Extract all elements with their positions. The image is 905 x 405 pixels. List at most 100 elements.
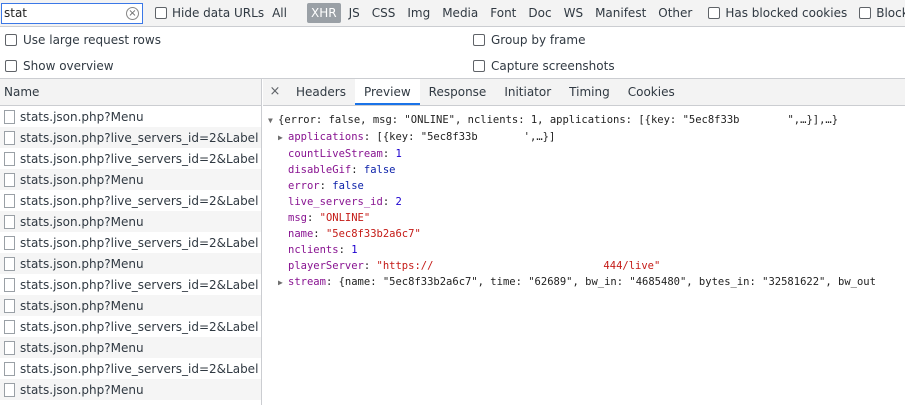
type-filter-doc[interactable]: Doc — [524, 3, 555, 23]
live-servers-id-line: live_servers_id: 2 — [288, 196, 402, 208]
type-filter-css[interactable]: CSS — [368, 3, 400, 23]
type-filter-font[interactable]: Font — [486, 3, 520, 23]
msg-key: msg — [288, 212, 307, 224]
network-filter-bar: × Hide data URLs All XHR JS CSS Img Medi… — [0, 0, 905, 27]
applications-line[interactable]: ▶ applications: [{key: "5ec8f33b ',…}] — [268, 129, 905, 146]
large-rows-option[interactable]: Use large request rows — [5, 33, 161, 47]
hide-data-urls-checkbox[interactable]: Hide data URLs — [155, 6, 264, 20]
request-name: stats.json.php?Menu — [20, 382, 144, 397]
type-filter-img[interactable]: Img — [403, 3, 434, 23]
type-filter-xhr[interactable]: XHR — [306, 3, 341, 23]
checkbox-box[interactable] — [5, 60, 17, 72]
file-icon — [4, 298, 15, 313]
file-icon — [4, 109, 15, 124]
tab-initiator[interactable]: Initiator — [495, 79, 560, 105]
group-by-frame-option[interactable]: Group by frame — [473, 33, 585, 47]
table-row[interactable]: stats.json.php?Menu — [0, 295, 261, 316]
file-icon — [4, 172, 15, 187]
nclients-key: nclients — [288, 244, 339, 256]
playerserver-value-start: "https:// — [376, 260, 434, 272]
nclients-line: nclients: 1 — [288, 244, 358, 256]
msg-line: msg: "ONLINE" — [288, 212, 371, 224]
name-key: name — [288, 228, 314, 240]
type-filter-media[interactable]: Media — [438, 3, 482, 23]
preview-root-line[interactable]: ▼ {error: false, msg: "ONLINE", nclients:… — [268, 112, 905, 129]
type-filter-manifest[interactable]: Manifest — [591, 3, 650, 23]
filter-input[interactable] — [2, 3, 142, 23]
error-line: error: false — [288, 180, 364, 192]
applications-key: applications — [288, 131, 364, 143]
root-summary: {error: false, msg: "ONLINE", nclients: … — [278, 114, 740, 126]
table-row[interactable]: stats.json.php?live_servers_id=2&Label — [0, 127, 261, 148]
file-icon — [4, 235, 15, 250]
request-name: stats.json.php?Menu — [20, 298, 144, 313]
table-row[interactable]: stats.json.php?Menu — [0, 379, 261, 400]
table-row[interactable]: stats.json.php?live_servers_id=2&Label — [0, 232, 261, 253]
table-row[interactable]: stats.json.php?live_servers_id=2&Label — [0, 274, 261, 295]
file-icon — [4, 361, 15, 376]
expanded-triangle-icon[interactable]: ▼ — [268, 113, 278, 129]
table-row[interactable]: stats.json.php?live_servers_id=2&Label — [0, 190, 261, 211]
countlivestream-line: countLiveStream: 1 — [288, 148, 402, 160]
file-icon — [4, 340, 15, 355]
network-settings-pane: Use large request rows Show overview Gro… — [0, 27, 905, 79]
table-row[interactable]: stats.json.php?Menu — [0, 253, 261, 274]
large-rows-label: Use large request rows — [23, 33, 161, 47]
checkbox-box[interactable] — [5, 34, 17, 46]
filter-search-box[interactable]: × — [1, 2, 143, 24]
applications-value-tail: ',…}] — [523, 131, 556, 143]
table-row[interactable]: stats.json.php?live_servers_id=2&Label — [0, 358, 261, 379]
tab-timing[interactable]: Timing — [560, 79, 619, 105]
type-filter-ws[interactable]: WS — [560, 3, 587, 23]
file-icon — [4, 277, 15, 292]
error-value: false — [332, 180, 364, 192]
tab-response[interactable]: Response — [420, 79, 496, 105]
close-icon[interactable]: × — [263, 79, 287, 105]
request-name: stats.json.php?live_servers_id=2&Label — [20, 319, 259, 334]
name-line: name: "5ec8f33b2a6c7" — [288, 228, 421, 240]
type-filter-js[interactable]: JS — [345, 3, 364, 23]
stream-key: stream — [288, 276, 326, 288]
tab-preview[interactable]: Preview — [354, 79, 420, 105]
table-row[interactable]: stats.json.php?live_servers_id=2&Label — [0, 316, 261, 337]
msg-value: "ONLINE" — [319, 212, 371, 224]
stream-line[interactable]: ▶ stream: {name: "5ec8f33b2a6c7", time: "… — [268, 274, 905, 291]
disablegif-value: false — [363, 164, 396, 176]
name-column-header[interactable]: Name — [0, 79, 261, 106]
request-name: stats.json.php?Menu — [20, 340, 144, 355]
checkbox-box[interactable] — [155, 7, 167, 19]
checkbox-box[interactable] — [473, 60, 485, 72]
clear-filter-icon[interactable]: × — [126, 6, 139, 20]
table-row[interactable]: stats.json.php?Menu — [0, 169, 261, 190]
request-rows: stats.json.php?Menu stats.json.php?live_s… — [0, 106, 261, 400]
file-icon — [4, 130, 15, 145]
blocked-requests-label: Blocked Requests — [876, 6, 905, 20]
playerserver-value-end: 444/live" — [603, 260, 661, 272]
tab-headers[interactable]: Headers — [287, 79, 355, 105]
checkbox-box[interactable] — [859, 7, 872, 19]
has-blocked-cookies-checkbox[interactable]: Has blocked cookies — [708, 6, 847, 20]
table-row[interactable]: stats.json.php?Menu — [0, 106, 261, 127]
checkbox-box[interactable] — [708, 7, 721, 19]
request-name: stats.json.php?live_servers_id=2&Label — [20, 361, 259, 376]
playerserver-key: playerServer — [288, 260, 364, 272]
collapsed-triangle-icon[interactable]: ▶ — [278, 275, 288, 291]
countlivestream-key: countLiveStream — [288, 148, 383, 160]
group-by-frame-label: Group by frame — [491, 33, 586, 47]
type-filter-all[interactable]: All — [268, 3, 291, 23]
live-servers-id-value: 2 — [395, 196, 402, 208]
capture-screenshots-option[interactable]: Capture screenshots — [473, 59, 615, 73]
table-row[interactable]: stats.json.php?Menu — [0, 337, 261, 358]
error-key: error — [288, 180, 320, 192]
collapsed-triangle-icon[interactable]: ▶ — [278, 130, 288, 146]
table-row[interactable]: stats.json.php?Menu — [0, 211, 261, 232]
tab-cookies[interactable]: Cookies — [619, 79, 684, 105]
hide-data-urls-label: Hide data URLs — [172, 6, 265, 20]
table-row[interactable]: stats.json.php?live_servers_id=2&Label — [0, 148, 261, 169]
show-overview-option[interactable]: Show overview — [5, 59, 114, 73]
blocked-requests-checkbox[interactable]: Blocked Requests — [859, 6, 905, 20]
file-icon — [4, 256, 15, 271]
file-icon — [4, 151, 15, 166]
checkbox-box[interactable] — [473, 34, 485, 46]
type-filter-other[interactable]: Other — [654, 3, 696, 23]
